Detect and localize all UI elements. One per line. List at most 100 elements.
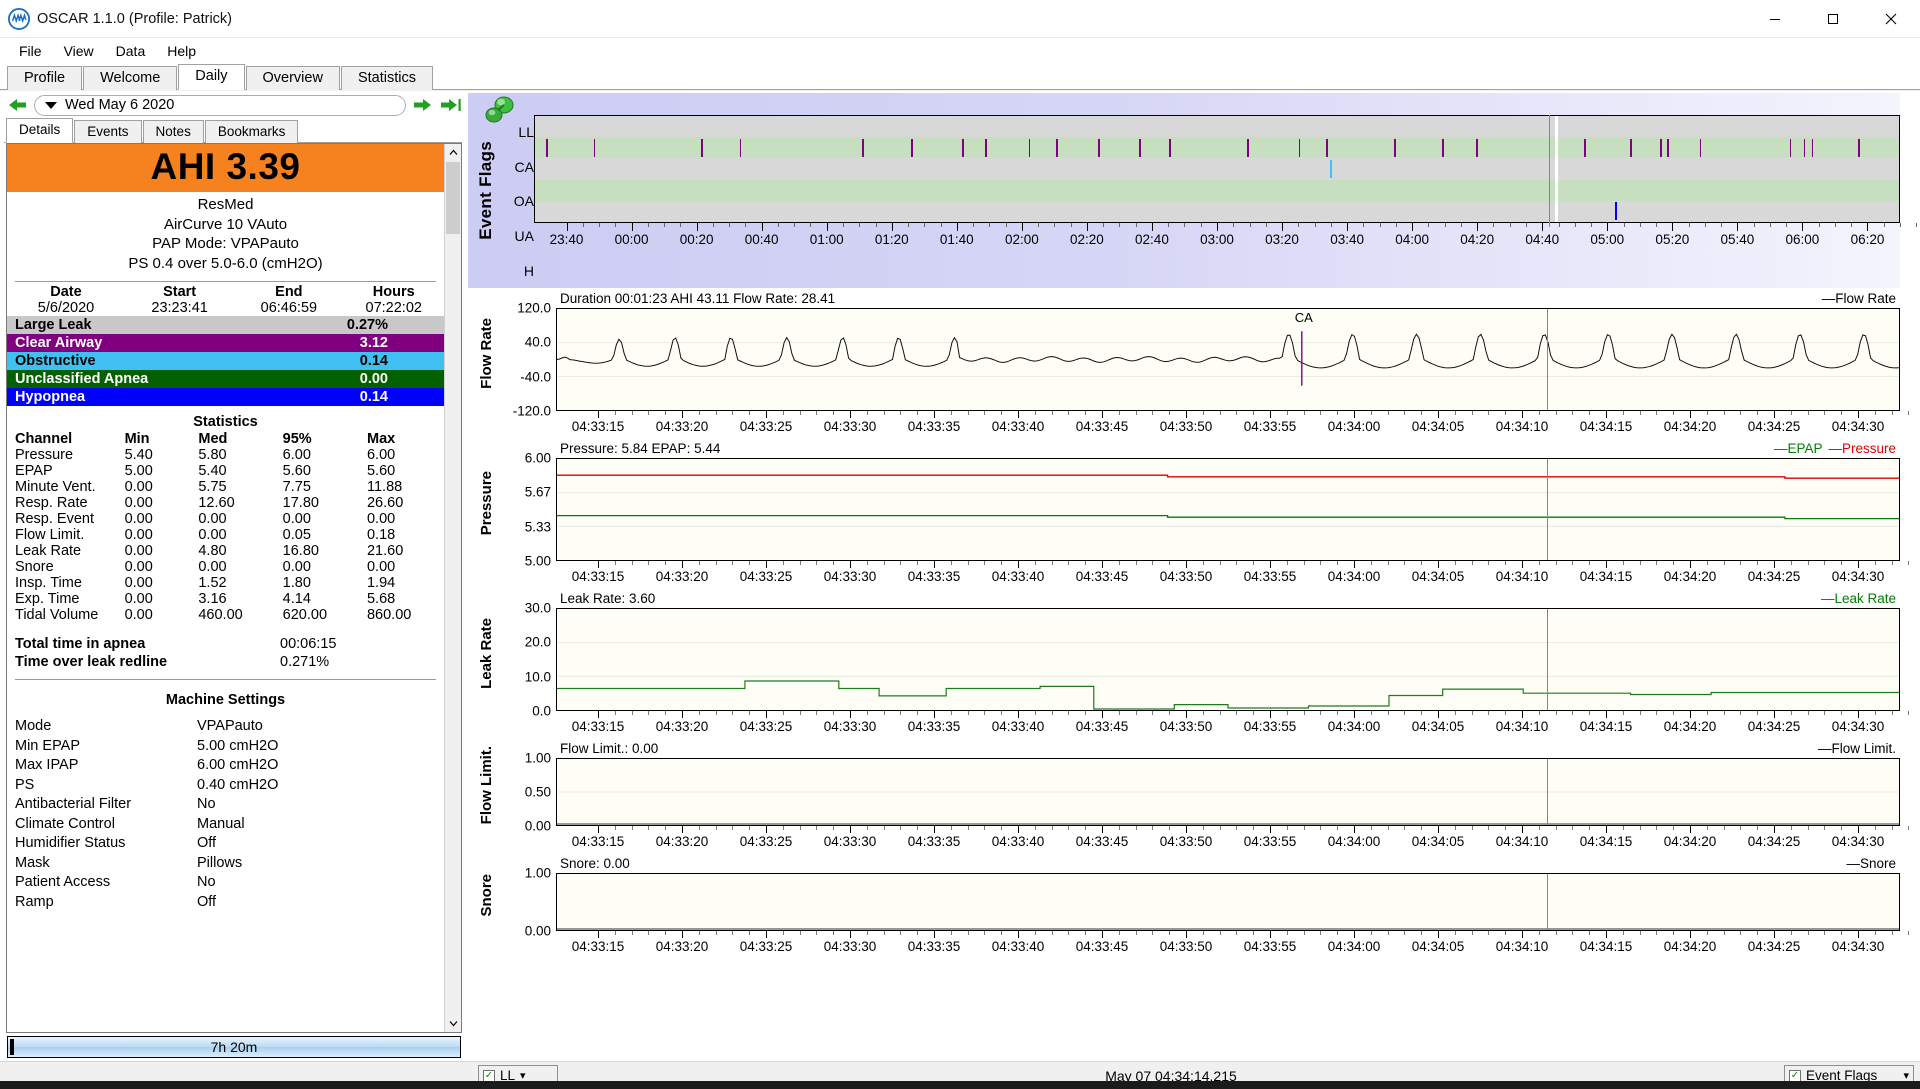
minimize-button[interactable] [1746,0,1804,38]
x-tick-label: 04:33:30 [823,939,877,954]
menu-item-view[interactable]: View [53,40,105,62]
x-minor-tick [1404,931,1406,935]
pin-icon[interactable] [482,95,522,135]
x-minor-tick [1639,561,1641,565]
chevron-down-icon [449,1021,457,1027]
tab-statistics[interactable]: Statistics [340,66,433,90]
x-tick-label: 04:34:30 [1831,569,1885,584]
plot-area[interactable] [556,608,1900,711]
x-tick-label: 05:40 [1720,232,1755,247]
caret-down-icon [45,101,57,109]
graph-pressure[interactable]: Pressure Pressure: 5.84 EPAP: 5.44 —EPAP —P… [468,441,1910,591]
plot-area[interactable] [556,758,1900,826]
machine-setting-key: Climate Control [15,815,115,832]
date-navigator: Wed May 6 2020 [0,91,466,119]
x-minor-tick [1841,411,1843,415]
x-minor-tick [749,931,751,935]
x-tick-label: 04:34:15 [1579,939,1633,954]
menu-item-help[interactable]: Help [156,40,207,62]
graph-snore[interactable]: Snore Snore: 0.00 —Snore 1.00 0.00 04:33:15 04… [468,856,1910,961]
event-flags-plot[interactable]: 23:40 00:00 00:20 00:40 01:00 01:20 01:40 02:00… [534,93,1918,288]
legend-entry[interactable]: —Snore [1846,856,1896,871]
x-minor-tick [1404,411,1406,415]
x-tick-label: 04:33:15 [571,939,625,954]
time-cursor[interactable] [1547,874,1549,930]
details-scrollbar[interactable] [444,144,461,1032]
x-minor-tick [984,931,986,935]
close-button[interactable] [1862,0,1920,38]
checkbox-checked-icon-2[interactable]: ✓ [1789,1069,1801,1082]
time-cursor[interactable] [1547,309,1549,410]
x-minor-tick [749,561,751,565]
window-title: OSCAR 1.1.0 (Profile: Patrick) [37,10,232,27]
plot-area[interactable]: CA [556,308,1900,411]
x-minor-tick [782,561,784,565]
time-cursor[interactable] [1547,759,1549,825]
scrollbar-thumb[interactable] [446,162,460,234]
x-minor-tick [1202,711,1204,715]
event-flags-time-cursor[interactable] [1548,115,1550,227]
x-tick [1522,711,1523,718]
subtab-bookmarks[interactable]: Bookmarks [204,120,299,143]
menu-item-data[interactable]: Data [105,40,157,62]
x-minor-tick [1152,711,1154,715]
graph-legend[interactable]: —Flow Limit. [1818,741,1896,757]
x-minor-tick [1706,411,1708,415]
next-day-button[interactable] [412,95,434,115]
leak-rate-series [557,680,1899,710]
legend-entry-pressure[interactable]: —Pressure [1828,441,1896,456]
graph-legend[interactable]: —Flow Rate [1822,291,1896,307]
plot-area[interactable] [556,458,1900,561]
previous-day-button[interactable] [6,95,28,115]
tab-welcome[interactable]: Welcome [83,66,178,90]
tab-profile[interactable]: Profile [7,66,83,90]
legend-entry[interactable]: —Leak Rate [1821,591,1896,606]
x-tick [598,931,599,938]
legend-entry-epap[interactable]: —EPAP [1774,441,1823,456]
last-day-button[interactable] [440,95,462,115]
legend-entry[interactable]: —Flow Rate [1822,291,1896,306]
x-minor-tick [1572,711,1574,715]
time-cursor[interactable] [1547,459,1549,560]
tab-daily[interactable]: Daily [178,64,245,90]
subtab-notes[interactable]: Notes [142,120,204,143]
machine-setting-value: No [197,796,216,812]
subtab-details[interactable]: Details [6,118,74,143]
graph-flow-rate[interactable]: Flow Rate Duration 00:01:23 AHI 43.11 Flo… [468,291,1910,441]
scroll-up-button[interactable] [445,144,461,161]
event-band-ua [535,179,1899,201]
x-minor-tick [1874,711,1876,715]
graph-flow-limit[interactable]: Flow Limit. Flow Limit.: 0.00 —Flow Limit.… [468,741,1910,856]
x-tick-label: 05:00 [1590,232,1625,247]
graph-leak-rate[interactable]: Leak Rate Leak Rate: 3.60 —Leak Rate 30.0 20… [468,591,1910,741]
x-tick [1672,223,1674,231]
event-band-h [535,200,1899,222]
graph-legend[interactable]: —Snore [1846,856,1896,872]
event-flags-graph[interactable]: Event Flags LL CA OA UA H 23:40 00:00 00:20 00: [468,93,1918,288]
menu-item-file[interactable]: File [8,40,53,62]
event-row-value: 0.27% [346,317,388,333]
legend-entry[interactable]: —Flow Limit. [1818,741,1896,756]
tab-overview[interactable]: Overview [245,66,340,90]
stat-value: 0.05 [282,527,311,543]
x-minor-tick [1038,223,1040,227]
graph-legend[interactable]: —EPAP —Pressure [1768,441,1896,457]
time-cursor[interactable] [1547,609,1549,710]
x-tick [1270,411,1271,418]
plot-area[interactable] [556,873,1900,931]
session-hours-bar[interactable]: 7h 20m [7,1036,461,1058]
graph-legend[interactable]: —Leak Rate [1821,591,1896,607]
event-flags-title-label: Event Flags [476,141,495,240]
scroll-down-button[interactable] [445,1015,461,1032]
machine-setting-row: Climate Control Manual [7,815,444,835]
x-minor-tick [799,411,801,415]
x-tick-label: 04:33:45 [1075,419,1129,434]
maximize-button[interactable] [1804,0,1862,38]
subtab-events[interactable]: Events [74,120,142,143]
stat-channel: Pressure [15,447,74,463]
checkbox-checked-icon[interactable]: ✓ [483,1069,495,1082]
x-minor-tick [1656,826,1658,830]
x-minor-tick [749,411,751,415]
event-flags-canvas[interactable] [534,115,1900,223]
date-combo[interactable]: Wed May 6 2020 [34,94,406,116]
